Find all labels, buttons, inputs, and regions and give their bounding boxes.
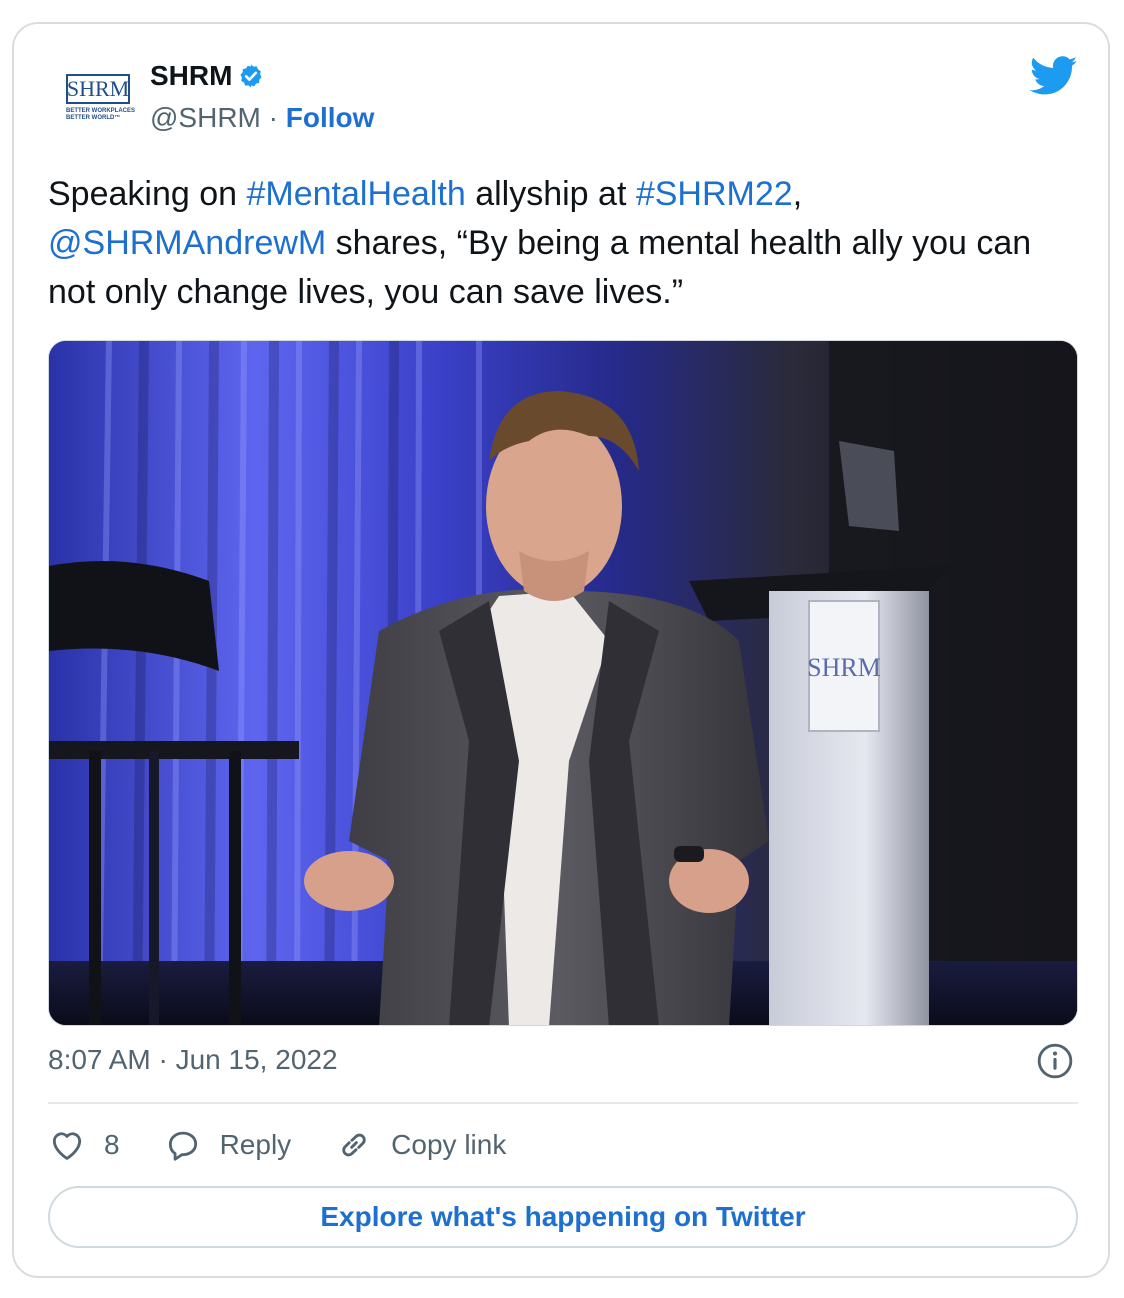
speaker-on-stage-image: SHRM [49, 341, 1077, 1025]
author-name[interactable]: SHRM [150, 60, 232, 92]
heart-icon [52, 1132, 82, 1160]
author-handle-row: @SHRM · Follow [150, 102, 374, 134]
tweet-photo[interactable]: SHRM [48, 340, 1078, 1026]
tweet-text-part: allyship at [465, 175, 636, 213]
tweet-text-part: , [792, 175, 803, 213]
link-icon [342, 1133, 366, 1157]
reply-button[interactable]: Reply [164, 1126, 292, 1164]
hashtag-mentalhealth-link[interactable]: #MentalHealth [247, 175, 466, 213]
shrm-logo-tagline: BETTER WORKPLACES BETTER WORLD™ [66, 108, 135, 121]
info-icon[interactable] [1036, 1042, 1074, 1080]
author-name-row: SHRM [150, 60, 264, 92]
hashtag-shrm22-link[interactable]: #SHRM22 [636, 175, 793, 213]
handle-separator: · [260, 102, 286, 133]
divider [48, 1102, 1078, 1104]
avatar[interactable]: SHRM BETTER WORKPLACES BETTER WORLD™ [52, 54, 144, 146]
reply-bubble-icon [168, 1131, 197, 1161]
verified-badge-icon [240, 64, 262, 88]
copy-link-label: Copy link [391, 1129, 507, 1160]
mention-shrmandrewm-link[interactable]: @SHRMAndrewM [48, 224, 326, 262]
follow-link[interactable]: Follow [286, 102, 375, 133]
explore-twitter-button[interactable]: Explore what's happening on Twitter [48, 1186, 1078, 1248]
podium-logo-text: SHRM [807, 653, 881, 682]
tweet-text-part: Speaking on [48, 175, 247, 213]
author-handle[interactable]: @SHRM [150, 102, 261, 133]
like-count: 8 [104, 1129, 120, 1160]
tweet-embed-card: SHRM BETTER WORKPLACES BETTER WORLD™ SHR… [12, 22, 1110, 1278]
tweet-timestamp[interactable]: 8:07 AM · Jun 15, 2022 [48, 1044, 338, 1076]
tweet-text: Speaking on #MentalHealth allyship at #S… [48, 170, 1068, 317]
shrm-logo: SHRM [66, 74, 130, 104]
reply-label: Reply [219, 1129, 292, 1160]
like-button[interactable]: 8 [48, 1126, 120, 1164]
copy-link-button[interactable]: Copy link [335, 1126, 506, 1164]
action-bar: 8 Reply Copy link [48, 1122, 550, 1168]
twitter-bird-icon[interactable] [1030, 56, 1078, 96]
